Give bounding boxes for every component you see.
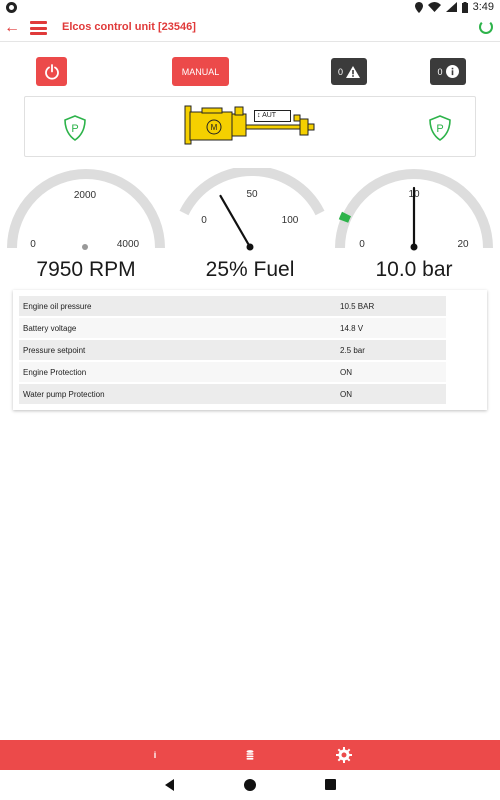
nav-home-icon[interactable]: [244, 779, 256, 791]
rpm-max-label: 4000: [117, 239, 140, 250]
warning-icon: [346, 65, 360, 78]
database-icon: [246, 750, 254, 760]
fuel-gauge: 0 50 100: [170, 168, 330, 253]
app-bar: ← Elcos control unit [23546]: [0, 16, 500, 42]
rpm-readout: 7950 RPM: [36, 258, 136, 281]
auto-mode-indicator: ↕ AUT: [254, 110, 291, 122]
svg-text:P: P: [436, 123, 443, 135]
fuel-mid-label: 50: [246, 189, 258, 200]
table-row: Battery voltage 14.8 V: [19, 318, 446, 339]
protection-shield-icon: P: [429, 115, 451, 141]
fuel-min-label: 0: [201, 215, 207, 226]
row-label: Engine Protection: [23, 368, 87, 377]
bottom-toolbar: i: [0, 740, 500, 770]
gear-icon: [336, 747, 352, 763]
pressure-gauge: 0 10 20: [334, 168, 494, 253]
protection-shield-icon: P: [64, 115, 86, 141]
clock: 3:49: [472, 1, 494, 13]
table-row: Pressure setpoint 2.5 bar: [19, 340, 446, 361]
status-icons: 3:49: [414, 1, 494, 13]
back-arrow-icon[interactable]: ←: [4, 18, 20, 38]
warnings-count: 0: [337, 66, 343, 77]
rpm-mid-label: 2000: [74, 190, 97, 201]
warnings-button[interactable]: 0: [331, 58, 367, 85]
row-label: Engine oil pressure: [23, 302, 92, 311]
rpm-min-label: 0: [30, 239, 36, 250]
refresh-icon[interactable]: [479, 20, 493, 34]
engine-pump-icon: M: [184, 105, 315, 145]
row-label: Battery voltage: [23, 324, 77, 333]
fuel-needle: [219, 194, 252, 249]
row-label: Pressure setpoint: [23, 346, 86, 355]
svg-text:P: P: [71, 123, 78, 135]
pressure-setpoint-mark: [338, 211, 352, 223]
row-value: 14.8 V: [340, 324, 364, 333]
switch-icon: ↕: [257, 112, 261, 119]
svg-text:M: M: [211, 123, 218, 132]
row-value: ON: [340, 390, 352, 399]
fuel-readout: 25% Fuel: [205, 258, 295, 281]
table-row: Engine Protection ON: [19, 362, 446, 383]
notification-icon: [6, 2, 17, 13]
info-tab[interactable]: i: [140, 740, 170, 770]
location-icon: [414, 1, 423, 13]
status-bar: 3:49: [0, 0, 500, 16]
info-count: 0: [437, 66, 443, 77]
power-icon: [44, 63, 59, 80]
nav-recent-apps-icon[interactable]: [325, 779, 336, 790]
row-value: ON: [340, 368, 352, 377]
signal-icon: [445, 2, 457, 12]
system-nav-bar: [0, 770, 500, 800]
nav-back-icon[interactable]: [165, 779, 174, 791]
manual-mode-button[interactable]: MANUAL: [172, 57, 229, 86]
wifi-icon: [427, 2, 441, 12]
database-tab[interactable]: [235, 740, 265, 770]
info-messages-button[interactable]: 0: [430, 58, 466, 85]
settings-tab[interactable]: [329, 740, 359, 770]
engine-status-panel: P M ↕ AUT P: [24, 96, 476, 157]
pressure-max-label: 20: [457, 239, 469, 250]
fuel-max-label: 100: [282, 215, 299, 226]
row-value: 2.5 bar: [340, 346, 365, 355]
table-row: Water pump Protection ON: [19, 384, 446, 405]
row-label: Water pump Protection: [23, 390, 105, 399]
page-title: Elcos control unit [23546]: [62, 21, 196, 33]
rpm-gauge: 2000 0 4000: [6, 168, 166, 253]
parameters-table: Engine oil pressure 10.5 BAR Battery vol…: [13, 290, 487, 410]
row-value: 10.5 BAR: [340, 302, 375, 311]
pressure-needle-hub: [410, 243, 418, 251]
menu-icon[interactable]: [30, 21, 47, 35]
power-button[interactable]: [36, 57, 67, 86]
pressure-min-label: 0: [359, 239, 365, 250]
pressure-readout: 10.0 bar: [375, 258, 453, 281]
info-icon: [445, 65, 459, 78]
fuel-needle-hub: [246, 243, 254, 251]
mode-label: AUT: [262, 112, 277, 119]
rpm-needle-hub: [82, 244, 88, 250]
battery-icon: [461, 1, 468, 13]
table-row: Engine oil pressure 10.5 BAR: [19, 296, 446, 317]
